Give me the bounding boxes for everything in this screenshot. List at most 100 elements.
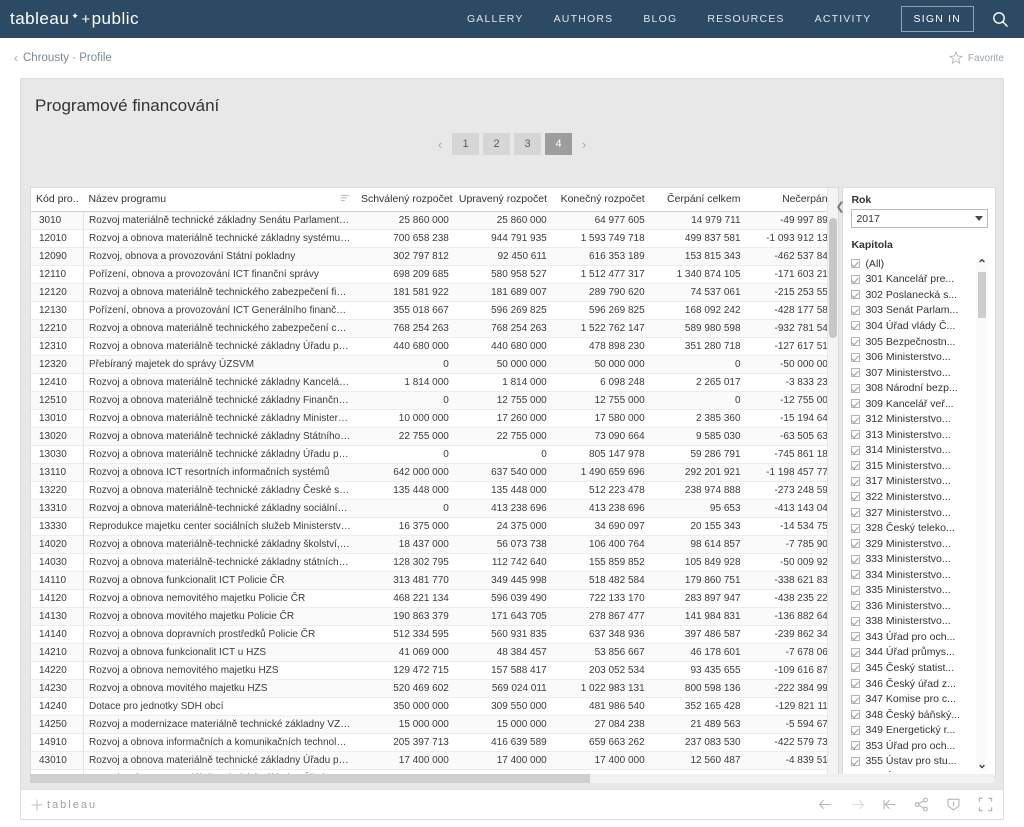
chapter-list-scrollbar[interactable] <box>976 256 988 772</box>
chapter-checkbox-item[interactable]: 335 Ministerstvo... <box>851 582 974 598</box>
checkbox-checked-icon[interactable] <box>851 461 861 471</box>
table-cell[interactable]: -7 785 907 <box>745 535 839 554</box>
table-cell[interactable]: 416 639 589 <box>453 733 552 752</box>
checkbox-checked-icon[interactable] <box>851 554 861 564</box>
table-cell[interactable]: 800 598 136 <box>649 679 746 698</box>
table-cell[interactable]: -4 839 513 <box>745 751 839 770</box>
table-cell[interactable]: 21 489 563 <box>649 715 746 734</box>
chapter-checkbox-item[interactable]: 353 Úřad pro och... <box>851 738 974 754</box>
table-cell[interactable]: 518 482 584 <box>551 571 650 590</box>
table-row[interactable]: 12110 Pořízení, obnova a provozování ICT … <box>31 265 839 284</box>
share-icon[interactable] <box>914 797 929 812</box>
table-cell[interactable]: 13310 <box>31 499 84 518</box>
table-row[interactable]: 14250 Rozvoj a modernizace materiálně tec… <box>31 715 839 734</box>
nav-link-authors[interactable]: AUTHORS <box>539 7 629 31</box>
table-cell[interactable]: -215 253 559 <box>745 283 839 302</box>
table-cell[interactable]: 596 269 825 <box>551 301 650 320</box>
table-cell[interactable]: -129 821 112 <box>745 697 839 716</box>
table-cell[interactable]: -50 009 924 <box>745 553 839 572</box>
table-cell[interactable]: Rozvoj a obnova funkcionalit ICT u HZS <box>82 643 356 662</box>
table-cell[interactable]: 13220 <box>31 481 84 500</box>
checkbox-checked-icon[interactable] <box>851 445 861 455</box>
table-cell[interactable]: 153 815 343 <box>649 247 746 266</box>
table-cell[interactable]: 12 560 487 <box>649 751 746 770</box>
table-cell[interactable]: 24 375 000 <box>453 517 552 536</box>
table-cell[interactable]: Rozvoj a obnova ICT resortních informačn… <box>82 463 356 482</box>
table-cell[interactable]: 0 <box>355 499 454 518</box>
table-cell[interactable]: -7 678 066 <box>745 643 839 662</box>
table-cell[interactable]: 0 <box>453 445 552 464</box>
nav-link-blog[interactable]: BLOG <box>628 7 692 31</box>
table-cell[interactable]: -50 000 000 <box>745 355 839 374</box>
checkbox-checked-icon[interactable] <box>851 710 861 720</box>
pagination-page-2[interactable]: 2 <box>483 133 510 155</box>
nav-link-activity[interactable]: ACTIVITY <box>800 7 887 31</box>
table-cell[interactable]: 141 984 831 <box>649 607 746 626</box>
table-cell[interactable]: 18 437 000 <box>355 535 454 554</box>
sign-in-button[interactable]: SIGN IN <box>900 6 974 32</box>
table-cell[interactable]: 25 860 000 <box>453 211 552 230</box>
table-cell[interactable]: 3010 <box>31 211 84 230</box>
table-row[interactable]: 12320 Přebíraný majetek do správy ÚZSVM 0 5… <box>31 355 839 374</box>
table-cell[interactable]: 278 867 477 <box>551 607 650 626</box>
table-cell[interactable]: 6 098 248 <box>551 373 650 392</box>
table-cell[interactable]: 17 400 000 <box>355 751 454 770</box>
table-cell[interactable]: 128 302 795 <box>355 553 454 572</box>
table-cell[interactable]: 413 238 696 <box>453 499 552 518</box>
table-row[interactable]: 14140 Rozvoj a obnova dopravních prostřed… <box>31 625 839 644</box>
checkbox-checked-icon[interactable] <box>851 337 861 346</box>
table-cell[interactable]: -273 248 590 <box>745 481 839 500</box>
table-row[interactable]: 14130 Rozvoj a obnova movitého majetku Po… <box>31 607 839 626</box>
nav-link-resources[interactable]: RESOURCES <box>692 7 799 31</box>
table-cell[interactable]: 2 265 017 <box>649 373 746 392</box>
filter-panel-collapse-icon[interactable]: ❮ <box>835 202 844 213</box>
table-cell[interactable]: 2 385 360 <box>649 409 746 428</box>
chapter-checkbox-item[interactable]: 338 Ministerstvo... <box>851 614 974 630</box>
table-row[interactable]: 13220 Rozvoj a obnova materiálně technick… <box>31 481 839 500</box>
table-cell[interactable]: Rozvoj a obnova funkcionalit ICT Policie… <box>82 571 356 590</box>
table-cell[interactable]: 14910 <box>31 733 84 752</box>
table-cell[interactable]: Rozvoj a obnova materiálně technické zák… <box>82 409 356 428</box>
table-cell[interactable]: -14 534 754 <box>745 517 839 536</box>
table-cell[interactable]: Rozvoj a obnova materiálně technické zák… <box>82 373 356 392</box>
table-cell[interactable]: 168 092 242 <box>649 301 746 320</box>
table-cell[interactable]: 0 <box>649 355 746 374</box>
checkbox-checked-icon[interactable] <box>851 476 861 486</box>
table-cell[interactable]: 181 689 007 <box>453 283 552 302</box>
chapter-checkbox-item[interactable]: 302 Poslanecká s... <box>851 287 974 303</box>
table-cell[interactable]: 15 000 000 <box>355 715 454 734</box>
chapter-checkbox-item[interactable]: 347 Komise pro c... <box>851 691 974 707</box>
table-cell[interactable]: -239 862 348 <box>745 625 839 644</box>
revert-icon[interactable] <box>882 797 897 812</box>
table-cell[interactable]: 14030 <box>31 553 84 572</box>
table-cell[interactable]: 440 680 000 <box>453 337 552 356</box>
chapter-checkbox-item[interactable]: 312 Ministerstvo... <box>851 411 974 427</box>
table-row[interactable]: 12010 Rozvoj a obnova materiálně technick… <box>31 229 839 248</box>
chapter-checkbox-item[interactable]: 314 Ministerstvo... <box>851 443 974 459</box>
table-cell[interactable]: 17 400 000 <box>551 751 650 770</box>
table-cell[interactable]: 50 000 000 <box>453 355 552 374</box>
chapter-checkbox-item[interactable]: 336 Ministerstvo... <box>851 598 974 614</box>
checkbox-checked-icon[interactable] <box>851 352 861 362</box>
tableau-public-logo[interactable]: tableau ✦ + public <box>10 9 139 29</box>
table-cell[interactable]: 17 400 000 <box>453 751 552 770</box>
breadcrumb[interactable]: ‹ Chrousty · Profile <box>14 51 112 65</box>
table-row[interactable]: 13020 Rozvoj a obnova materiálně technick… <box>31 427 839 446</box>
table-cell[interactable]: 12310 <box>31 337 84 356</box>
table-cell[interactable]: 135 448 000 <box>453 481 552 500</box>
table-cell[interactable]: 637 348 936 <box>551 625 650 644</box>
table-cell[interactable]: 53 856 667 <box>551 643 650 662</box>
table-row[interactable]: 14120 Rozvoj a obnova nemovitého majetku … <box>31 589 839 608</box>
table-cell[interactable]: 1 340 874 105 <box>649 265 746 284</box>
pagination-next-button[interactable]: › <box>575 133 593 155</box>
table-cell[interactable]: 352 165 428 <box>649 697 746 716</box>
table-cell[interactable]: 203 052 534 <box>551 661 650 680</box>
column-header-code[interactable]: Kód pro.. <box>31 188 84 212</box>
table-cell[interactable]: 20 155 343 <box>649 517 746 536</box>
table-cell[interactable]: 805 147 978 <box>551 445 650 464</box>
checkbox-checked-icon[interactable] <box>851 383 861 393</box>
table-cell[interactable]: 0 <box>355 391 454 410</box>
checkbox-checked-icon[interactable] <box>851 632 861 642</box>
chapter-checkbox-item[interactable]: 329 Ministerstvo... <box>851 536 974 552</box>
table-cell[interactable]: 129 472 715 <box>355 661 454 680</box>
